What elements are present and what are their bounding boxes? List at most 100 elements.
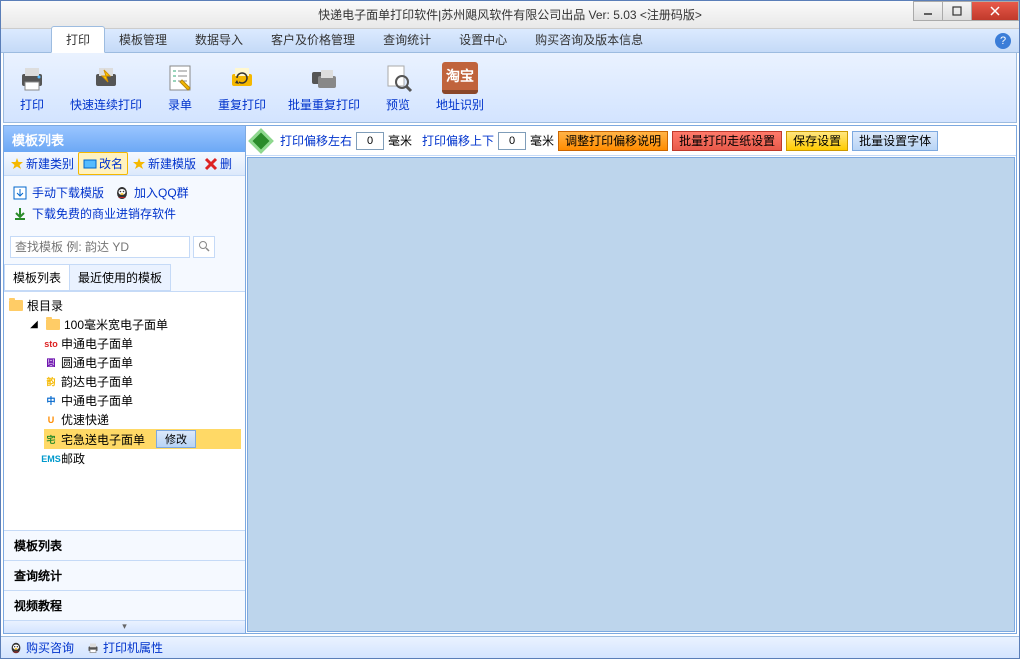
- subtab-templates[interactable]: 模板列表: [4, 264, 70, 291]
- tree-item-label: 圆通电子面单: [61, 354, 133, 371]
- taobao-icon: 淘宝: [442, 62, 478, 94]
- ribbon-print[interactable]: 打印: [12, 60, 52, 115]
- window-title: 快递电子面单打印软件|苏州飓风软件有限公司出品 Ver: 5.03 <注册码版>: [318, 6, 702, 23]
- printer-icon: [86, 642, 100, 654]
- sidebar-nav: 模板列表 查询统计 视频教程 ▾: [4, 530, 245, 633]
- search-input[interactable]: [10, 236, 190, 258]
- tab-query-stats[interactable]: 查询统计: [369, 27, 445, 52]
- status-printer-link[interactable]: 打印机属性: [86, 639, 163, 656]
- tree-item-label: 中通电子面单: [61, 392, 133, 409]
- offset-v-input[interactable]: [498, 132, 526, 150]
- close-button[interactable]: [971, 1, 1019, 21]
- app-window: 快递电子面单打印软件|苏州飓风软件有限公司出品 Ver: 5.03 <注册码版>…: [0, 0, 1020, 659]
- search-button[interactable]: [193, 236, 215, 258]
- offset-v-label: 打印偏移上下: [422, 132, 494, 149]
- tab-settings[interactable]: 设置中心: [445, 27, 521, 52]
- batch-font-button[interactable]: 批量设置字体: [852, 131, 938, 151]
- sidebar-links: 手动下载模版 加入QQ群 下载免费的商业进销存软件: [4, 176, 245, 230]
- maximize-button[interactable]: [942, 1, 972, 21]
- nav-query[interactable]: 查询统计: [4, 561, 245, 591]
- batch-paper-button[interactable]: 批量打印走纸设置: [672, 131, 782, 151]
- tab-data-import[interactable]: 数据导入: [181, 27, 257, 52]
- ribbon-toolbar: 打印 快速连续打印 录单 重复打印 批量重复打印 预览 淘宝 地址识别: [3, 53, 1017, 123]
- tree-item-label: 邮政: [61, 450, 85, 467]
- help-icon[interactable]: ?: [995, 33, 1011, 49]
- tree-item[interactable]: 中中通电子面单: [44, 391, 241, 410]
- courier-icon: 宅: [44, 433, 58, 445]
- save-settings-button[interactable]: 保存设置: [786, 131, 848, 151]
- preview-icon: [382, 62, 414, 94]
- sidebar-title: 模板列表: [4, 126, 245, 152]
- mm-label: 毫米: [388, 132, 412, 149]
- tree-item[interactable]: EMS邮政: [44, 449, 241, 468]
- main-area: 模板列表 新建类别 改名 新建模版 删 手动下载模版 加入QQ群 下载免费的商业…: [3, 125, 1017, 634]
- tree-item[interactable]: 圆圆通电子面单: [44, 353, 241, 372]
- statusbar: 购买咨询 打印机属性: [1, 636, 1019, 658]
- printer-batch-icon: [308, 62, 340, 94]
- ribbon-label: 重复打印: [218, 96, 266, 113]
- tree-root[interactable]: 根目录: [8, 296, 241, 315]
- courier-icon: 中: [44, 395, 58, 407]
- delete-button[interactable]: 删: [200, 153, 236, 174]
- ribbon-entry[interactable]: 录单: [160, 60, 200, 115]
- minimize-button[interactable]: [913, 1, 943, 21]
- download-template-link[interactable]: 手动下载模版: [12, 182, 104, 203]
- tree-item[interactable]: sto申通电子面单: [44, 334, 241, 353]
- modify-button[interactable]: 修改: [156, 430, 196, 448]
- tree-item[interactable]: 韵韵达电子面单: [44, 372, 241, 391]
- qq-icon: [9, 641, 23, 655]
- offset-h-input[interactable]: [356, 132, 384, 150]
- ribbon-label: 地址识别: [436, 96, 484, 113]
- ribbon-label: 打印: [20, 96, 44, 113]
- rename-button[interactable]: 改名: [78, 152, 128, 175]
- titlebar: 快递电子面单打印软件|苏州飓风软件有限公司出品 Ver: 5.03 <注册码版>: [1, 1, 1019, 29]
- ribbon-preview[interactable]: 预览: [378, 60, 418, 115]
- offset-h-label: 打印偏移左右: [280, 132, 352, 149]
- window-controls: [914, 1, 1019, 21]
- main-tabbar: 打印 模板管理 数据导入 客户及价格管理 查询统计 设置中心 购买咨询及版本信息…: [1, 29, 1019, 53]
- tree-group[interactable]: ◢100毫米宽电子面单: [26, 315, 241, 334]
- ribbon-label: 批量重复打印: [288, 96, 360, 113]
- new-template-button[interactable]: 新建模版: [128, 153, 200, 174]
- search-row: [4, 230, 245, 264]
- tree-item[interactable]: U优速快递: [44, 410, 241, 429]
- mm-label: 毫米: [530, 132, 554, 149]
- sidebar-toolbar: 新建类别 改名 新建模版 删: [4, 152, 245, 176]
- printer-icon: [16, 62, 48, 94]
- ribbon-label: 录单: [168, 96, 192, 113]
- nav-templates[interactable]: 模板列表: [4, 531, 245, 561]
- arrow-down-icon: [12, 206, 28, 222]
- ribbon-batch-reprint[interactable]: 批量重复打印: [284, 60, 364, 115]
- tab-print[interactable]: 打印: [51, 26, 105, 53]
- nav-video[interactable]: 视频教程: [4, 591, 245, 621]
- content-area: 打印偏移左右 毫米 打印偏移上下 毫米 调整打印偏移说明 批量打印走纸设置 保存…: [246, 125, 1017, 634]
- tab-template-manage[interactable]: 模板管理: [105, 27, 181, 52]
- ribbon-reprint[interactable]: 重复打印: [214, 60, 270, 115]
- courier-icon: U: [44, 414, 58, 426]
- courier-icon: 韵: [44, 376, 58, 388]
- courier-icon: EMS: [44, 453, 58, 465]
- tree-item-label: 韵达电子面单: [61, 373, 133, 390]
- join-qq-link[interactable]: 加入QQ群: [114, 182, 189, 203]
- tree-item-label: 优速快递: [61, 411, 109, 428]
- expand-handle[interactable]: ▾: [4, 621, 245, 633]
- diamond-icon: [248, 128, 273, 153]
- ribbon-address-recognize[interactable]: 淘宝 地址识别: [432, 60, 488, 115]
- content-toolbar: 打印偏移左右 毫米 打印偏移上下 毫米 调整打印偏移说明 批量打印走纸设置 保存…: [246, 126, 1016, 156]
- ribbon-label: 快速连续打印: [70, 96, 142, 113]
- tab-purchase[interactable]: 购买咨询及版本信息: [521, 27, 657, 52]
- ribbon-fast-print[interactable]: 快速连续打印: [66, 60, 146, 115]
- offset-help-button[interactable]: 调整打印偏移说明: [558, 131, 668, 151]
- ribbon-label: 预览: [386, 96, 410, 113]
- tab-customer-price[interactable]: 客户及价格管理: [257, 27, 369, 52]
- template-tree: 根目录 ◢100毫米宽电子面单 sto申通电子面单圆圆通电子面单韵韵达电子面单中…: [4, 291, 245, 530]
- download-erp-link[interactable]: 下载免费的商业进销存软件: [12, 203, 237, 224]
- preview-canvas[interactable]: [247, 157, 1015, 632]
- qq-icon: [114, 185, 130, 201]
- subtab-recent[interactable]: 最近使用的模板: [69, 264, 171, 291]
- folder-icon: [8, 299, 24, 313]
- new-category-button[interactable]: 新建类别: [6, 153, 78, 174]
- tree-item[interactable]: 宅宅急送电子面单修改: [44, 429, 241, 449]
- status-purchase-link[interactable]: 购买咨询: [9, 639, 74, 656]
- courier-icon: sto: [44, 338, 58, 350]
